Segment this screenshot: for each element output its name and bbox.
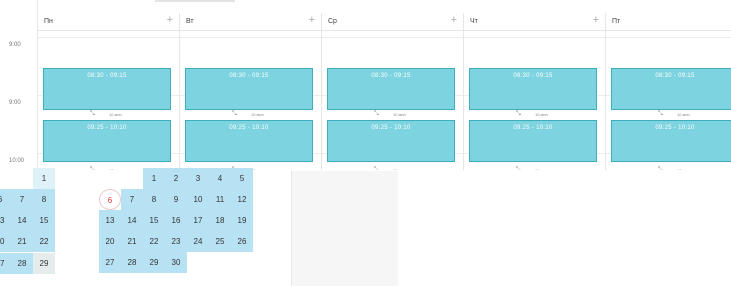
day-header: Чт + <box>463 13 605 31</box>
break-text: 10 мин <box>677 112 690 117</box>
calendar-day[interactable]: 20 <box>0 231 11 252</box>
break-text: 10 мин <box>393 112 406 117</box>
calendar-day[interactable]: 25 <box>209 231 231 252</box>
calendar-day[interactable]: 8 <box>143 189 165 210</box>
day-header: Вт + <box>179 13 321 31</box>
calendar-day[interactable]: 7 <box>121 189 143 210</box>
lesson-event[interactable]: 09:25 - 10:10 <box>469 120 597 162</box>
top-scroll-indicator <box>155 0 235 2</box>
break-indicator: ⤡ 10 мин <box>43 110 171 120</box>
break-indicator: ⤡ 10 мин <box>469 110 597 120</box>
calendar-day[interactable]: 14 <box>121 210 143 231</box>
calendar-day[interactable]: 2 <box>165 168 187 189</box>
lesson-event[interactable]: 09:25 - 10:10 <box>611 120 731 162</box>
break-icon: ⤡ <box>516 111 521 117</box>
calendar-day[interactable]: 16 <box>165 210 187 231</box>
day-header: Пт+ <box>605 13 731 31</box>
calendar-day[interactable]: 14 <box>11 210 33 231</box>
calendar-day[interactable]: 15 <box>33 210 55 231</box>
lesson-event[interactable]: 08:30 - 09:15 <box>185 68 313 110</box>
calendar-day[interactable]: 3 <box>187 168 209 189</box>
add-event-button[interactable]: + <box>167 14 173 26</box>
lesson-event[interactable]: 09:25 - 10:10 <box>185 120 313 162</box>
calendar-day[interactable]: 4 <box>209 168 231 189</box>
break-indicator: ⤡ 10 мин <box>185 110 313 120</box>
day-divider <box>179 31 180 171</box>
break-indicator: ⤡ 10 мин <box>611 110 731 120</box>
calendar-day[interactable]: 22 <box>33 231 55 252</box>
time-label: 10:00 <box>9 158 25 164</box>
calendar-day[interactable]: 12 <box>231 189 253 210</box>
calendar-day[interactable]: 28 <box>11 253 33 274</box>
calendar-day[interactable]: 5 <box>231 168 253 189</box>
calendar-day[interactable]: 6 <box>0 189 11 210</box>
time-label: 9:00 <box>9 42 21 48</box>
calendar-day[interactable]: 10 <box>187 189 209 210</box>
add-event-button[interactable]: + <box>309 14 315 26</box>
calendar-day[interactable]: 22 <box>143 231 165 252</box>
calendar-day[interactable]: 17 <box>187 210 209 231</box>
day-header: Пн + <box>37 13 179 31</box>
day-label: Чт <box>470 18 478 25</box>
break-text: 10 мин <box>109 112 122 117</box>
calendar-day[interactable]: 27 <box>0 253 11 274</box>
calendar-day[interactable]: 1 <box>33 168 55 189</box>
day-header: Ср + <box>321 13 463 31</box>
calendar-day[interactable]: 7 <box>11 189 33 210</box>
day-divider <box>37 31 38 171</box>
calendar-day[interactable]: 11 <box>209 189 231 210</box>
day-label: Пн <box>44 18 53 25</box>
calendar-day[interactable]: 13 <box>99 210 121 231</box>
day-label: Вт <box>186 18 194 25</box>
break-icon: ⤡ <box>374 111 379 117</box>
calendar-day[interactable]: 26 <box>231 231 253 252</box>
day-label: Пт <box>612 18 621 25</box>
lesson-event[interactable]: 08:30 - 09:15 <box>43 68 171 110</box>
lesson-event[interactable]: 09:25 - 10:10 <box>43 120 171 162</box>
break-icon: ⤡ <box>658 111 663 117</box>
calendar-day[interactable]: 8 <box>33 189 55 210</box>
calendar-day[interactable]: 13 <box>0 210 11 231</box>
time-column <box>0 0 38 170</box>
hour-line <box>37 37 731 38</box>
calendar-day[interactable]: 29 <box>143 252 165 273</box>
break-text: 10 мин <box>535 112 548 117</box>
calendar-day[interactable]: 24 <box>187 231 209 252</box>
time-label: 9:00 <box>9 100 21 106</box>
add-event-button[interactable]: + <box>593 14 599 26</box>
break-text: 10 мин <box>251 112 264 117</box>
lesson-event[interactable]: 08:30 - 09:15 <box>327 68 455 110</box>
lesson-event[interactable]: 09:25 - 10:10 <box>327 120 455 162</box>
side-panel <box>291 171 398 286</box>
break-indicator: ⤡ 10 мин <box>327 110 455 120</box>
day-divider <box>321 31 322 171</box>
calendar-day[interactable]: 20 <box>99 231 121 252</box>
calendar-day[interactable]: 9 <box>165 189 187 210</box>
calendar-day[interactable]: 21 <box>121 231 143 252</box>
calendar-day[interactable]: 18 <box>209 210 231 231</box>
add-event-button[interactable]: + <box>451 14 457 26</box>
calendar-day[interactable]: 30 <box>165 252 187 273</box>
calendar-day[interactable]: 1 <box>143 168 165 189</box>
calendar-day[interactable]: 6 <box>99 189 121 210</box>
calendar-day[interactable]: 29 <box>33 253 55 274</box>
calendar-day[interactable]: 15 <box>143 210 165 231</box>
calendar-day[interactable]: 21 <box>11 231 33 252</box>
day-divider <box>605 31 606 171</box>
calendar-day[interactable]: 28 <box>121 252 143 273</box>
calendar-day[interactable]: 23 <box>165 231 187 252</box>
calendar-day[interactable]: 19 <box>231 210 253 231</box>
day-divider <box>463 31 464 171</box>
break-icon: ⤡ <box>90 111 95 117</box>
lesson-event[interactable]: 08:30 - 09:15 <box>611 68 731 110</box>
calendar-day[interactable]: 27 <box>99 252 121 273</box>
break-icon: ⤡ <box>232 111 237 117</box>
lesson-event[interactable]: 08:30 - 09:15 <box>469 68 597 110</box>
day-label: Ср <box>328 18 337 25</box>
